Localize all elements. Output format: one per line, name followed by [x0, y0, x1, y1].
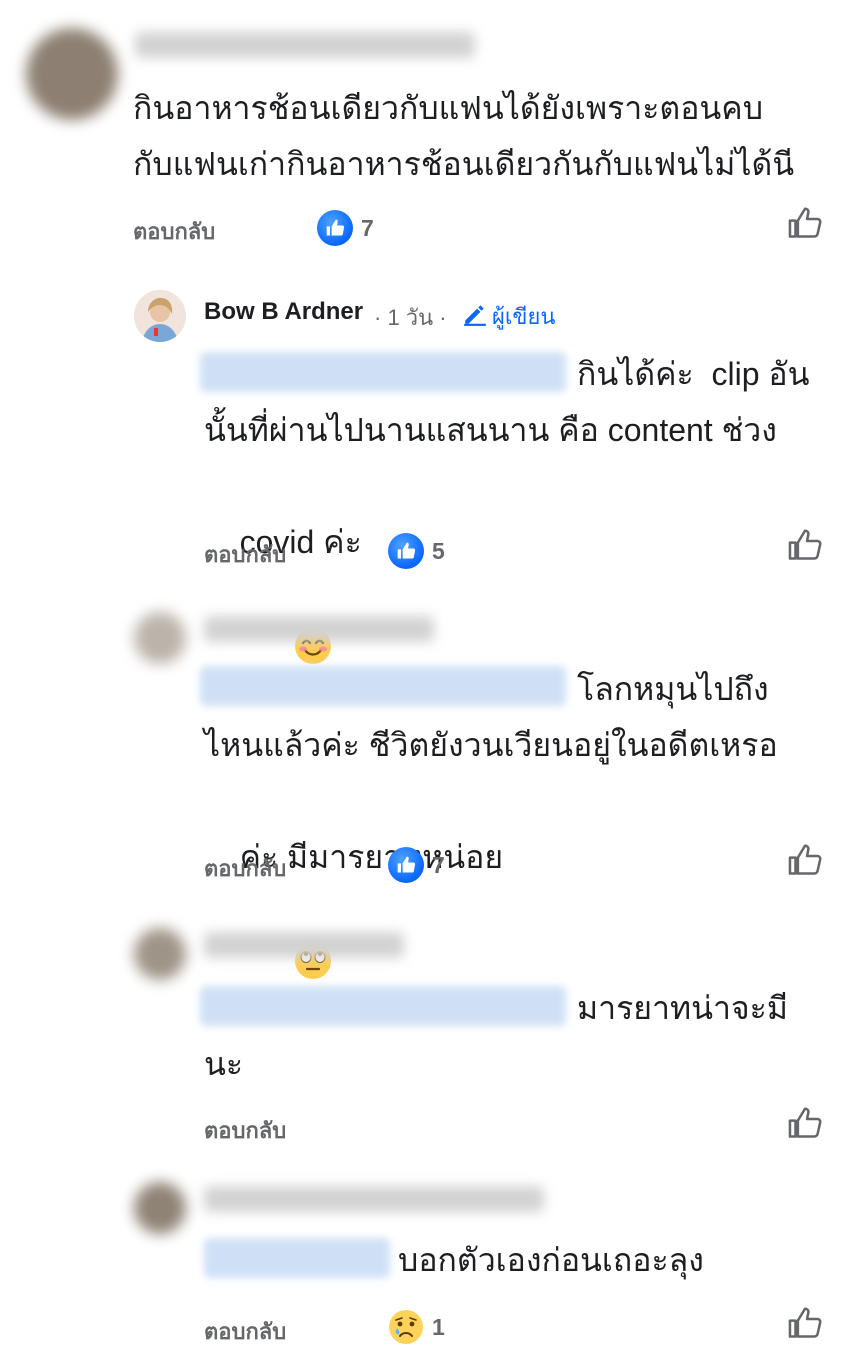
reply-button[interactable]: ตอบกลับ [204, 1314, 286, 1349]
reaction-count: 7 [432, 852, 445, 878]
blurred-mention[interactable] [200, 666, 566, 706]
reaction-count: 1 [432, 1314, 445, 1340]
comment-text-line: กับแฟนเก่ากินอาหารช้อนเดียวกันกับแฟนไม่ไ… [133, 146, 795, 182]
sad-face-icon[interactable] [388, 1309, 424, 1345]
like-button-thumbs-up-icon[interactable] [786, 1304, 824, 1342]
blurred-mention[interactable] [204, 1238, 390, 1278]
avatar[interactable] [134, 612, 186, 664]
like-reaction-icon[interactable] [388, 847, 424, 883]
author-badge: ผู้เขียน [462, 299, 555, 334]
smiling-face-emoji [240, 570, 333, 739]
avatar[interactable] [134, 928, 186, 980]
like-button-thumbs-up-icon[interactable] [786, 841, 824, 879]
pencil-icon [462, 301, 488, 333]
commenter-name[interactable]: Bow B Ardner [204, 298, 363, 326]
reply-button[interactable]: ตอบกลับ [133, 214, 215, 249]
comment-text-line: ไหนแล้วค่ะ ชีวิตยังวนเวียนอยู่ในอดีตเหรอ [204, 727, 778, 763]
comment-text-line: มารยาทน่าจะมี [577, 990, 788, 1026]
comment-time[interactable]: · 1 วัน · [374, 300, 447, 335]
like-reaction-icon[interactable] [388, 533, 424, 569]
comment-text-line: กินอาหารช้อนเดียวกับแฟนได้ยังเพราะตอนคบ [133, 90, 763, 126]
comment-text-line: นะ [204, 1046, 244, 1082]
avatar[interactable] [134, 290, 186, 342]
blurred-commenter-name [204, 616, 434, 642]
comment-text-line: บอกตัวเองก่อนเถอะลุง [398, 1242, 704, 1278]
like-button-thumbs-up-icon[interactable] [786, 526, 824, 564]
like-button-thumbs-up-icon[interactable] [786, 204, 824, 242]
author-label: ผู้เขียน [492, 304, 556, 329]
avatar[interactable] [26, 28, 118, 120]
blurred-mention[interactable] [200, 352, 566, 392]
comment-text-line: นั้นที่ผ่านไปนานแสนนาน คือ content ช่วง [204, 412, 777, 448]
blurred-commenter-name [204, 1186, 544, 1212]
comment-text-line: กินได้ค่ะ clip อัน [577, 356, 810, 392]
reply-button[interactable]: ตอบกลับ [204, 851, 286, 886]
blurred-commenter-name [135, 32, 475, 58]
blurred-commenter-name [204, 932, 404, 958]
like-button-thumbs-up-icon[interactable] [786, 1104, 824, 1142]
reaction-count: 5 [432, 538, 445, 564]
blurred-mention[interactable] [200, 986, 566, 1026]
comment-text-line: โลกหมุนไปถึง [577, 671, 769, 707]
like-reaction-icon[interactable] [317, 210, 353, 246]
avatar[interactable] [134, 1182, 186, 1234]
reply-button[interactable]: ตอบกลับ [204, 1113, 286, 1148]
reply-button[interactable]: ตอบกลับ [204, 537, 286, 572]
reaction-count: 7 [361, 215, 374, 241]
eye-roll-emoji [240, 885, 333, 1054]
